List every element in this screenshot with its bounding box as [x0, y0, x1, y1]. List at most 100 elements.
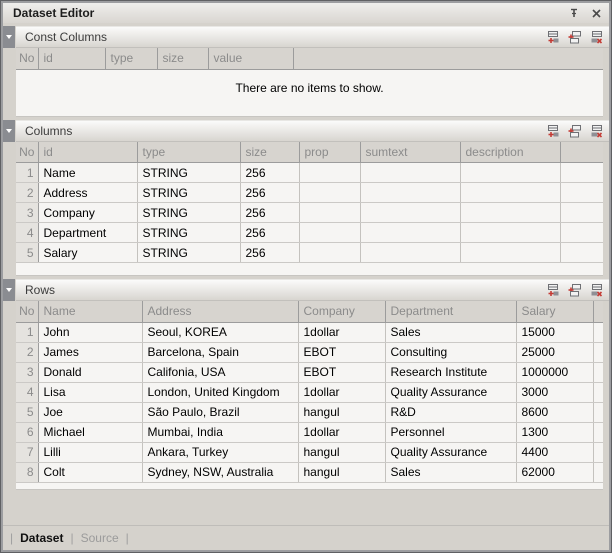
cell-salary[interactable]: 3000	[516, 382, 593, 402]
col-header-department[interactable]: Department	[385, 301, 516, 322]
cell-size[interactable]: 256	[240, 243, 299, 263]
row-number[interactable]: 1	[16, 322, 38, 342]
cell-name[interactable]: Donald	[38, 362, 142, 382]
cell-name[interactable]: Michael	[38, 422, 142, 442]
cell-prop[interactable]	[299, 223, 360, 243]
cell-address[interactable]: Califonia, USA	[142, 362, 298, 382]
collapse-button[interactable]	[3, 26, 15, 48]
collapse-button[interactable]	[3, 279, 15, 301]
cell-company[interactable]: EBOT	[298, 362, 385, 382]
cell-type[interactable]: STRING	[137, 183, 240, 203]
cell-description[interactable]	[460, 223, 560, 243]
cell-address[interactable]: São Paulo, Brazil	[142, 402, 298, 422]
insert-row-icon[interactable]	[565, 122, 583, 139]
cell-prop[interactable]	[299, 243, 360, 263]
col-header-description[interactable]: description	[460, 142, 560, 163]
delete-row-icon[interactable]	[587, 29, 605, 46]
col-header-name[interactable]: Name	[38, 301, 142, 322]
cell-company[interactable]: hangul	[298, 442, 385, 462]
cell-prop[interactable]	[299, 203, 360, 223]
tab-dataset[interactable]: Dataset	[20, 531, 63, 545]
row-number[interactable]: 8	[16, 462, 38, 482]
cell-name[interactable]: Joe	[38, 402, 142, 422]
cell-type[interactable]: STRING	[137, 163, 240, 183]
cell-sumtext[interactable]	[360, 243, 460, 263]
row-number[interactable]: 5	[16, 402, 38, 422]
cell-type[interactable]: STRING	[137, 203, 240, 223]
cell-size[interactable]: 256	[240, 223, 299, 243]
cell-address[interactable]: London, United Kingdom	[142, 382, 298, 402]
col-header-prop[interactable]: prop	[299, 142, 360, 163]
col-header-salary[interactable]: Salary	[516, 301, 593, 322]
row-number[interactable]: 2	[16, 183, 38, 203]
delete-row-icon[interactable]	[587, 122, 605, 139]
cell-company[interactable]: 1dollar	[298, 322, 385, 342]
row-number[interactable]: 2	[16, 342, 38, 362]
col-header-type[interactable]: type	[137, 142, 240, 163]
collapse-button[interactable]	[3, 120, 15, 142]
cell-sumtext[interactable]	[360, 223, 460, 243]
cell-company[interactable]: 1dollar	[298, 382, 385, 402]
close-icon[interactable]	[589, 6, 603, 20]
cell-name[interactable]: Lisa	[38, 382, 142, 402]
cell-address[interactable]: Ankara, Turkey	[142, 442, 298, 462]
col-header-no[interactable]: No	[16, 48, 38, 69]
pin-icon[interactable]	[567, 6, 581, 20]
row-number[interactable]: 3	[16, 203, 38, 223]
cell-id[interactable]: Company	[38, 203, 137, 223]
cell-address[interactable]: Sydney, NSW, Australia	[142, 462, 298, 482]
col-header-no[interactable]: No	[16, 142, 38, 163]
cell-type[interactable]: STRING	[137, 243, 240, 263]
cell-description[interactable]	[460, 203, 560, 223]
row-number[interactable]: 1	[16, 163, 38, 183]
cell-salary[interactable]: 1000000	[516, 362, 593, 382]
cell-name[interactable]: Lilli	[38, 442, 142, 462]
cell-id[interactable]: Address	[38, 183, 137, 203]
col-header-address[interactable]: Address	[142, 301, 298, 322]
row-number[interactable]: 7	[16, 442, 38, 462]
cell-salary[interactable]: 4400	[516, 442, 593, 462]
cell-address[interactable]: Seoul, KOREA	[142, 322, 298, 342]
cell-company[interactable]: 1dollar	[298, 422, 385, 442]
col-header-value[interactable]: value	[208, 48, 293, 69]
row-number[interactable]: 4	[16, 382, 38, 402]
cell-address[interactable]: Barcelona, Spain	[142, 342, 298, 362]
add-row-icon[interactable]	[543, 282, 561, 299]
col-header-id[interactable]: id	[38, 48, 105, 69]
row-number[interactable]: 5	[16, 243, 38, 263]
cell-department[interactable]: Quality Assurance	[385, 382, 516, 402]
cell-sumtext[interactable]	[360, 183, 460, 203]
cell-name[interactable]: Colt	[38, 462, 142, 482]
cell-salary[interactable]: 62000	[516, 462, 593, 482]
cell-department[interactable]: Sales	[385, 322, 516, 342]
cell-prop[interactable]	[299, 163, 360, 183]
cell-department[interactable]: R&D	[385, 402, 516, 422]
cell-address[interactable]: Mumbai, India	[142, 422, 298, 442]
delete-row-icon[interactable]	[587, 282, 605, 299]
tab-source[interactable]: Source	[81, 531, 119, 545]
cell-department[interactable]: Consulting	[385, 342, 516, 362]
cell-id[interactable]: Department	[38, 223, 137, 243]
col-header-id[interactable]: id	[38, 142, 137, 163]
cell-id[interactable]: Name	[38, 163, 137, 183]
add-row-icon[interactable]	[543, 122, 561, 139]
col-header-sumtext[interactable]: sumtext	[360, 142, 460, 163]
add-row-icon[interactable]	[543, 29, 561, 46]
cell-description[interactable]	[460, 183, 560, 203]
cell-salary[interactable]: 15000	[516, 322, 593, 342]
cell-id[interactable]: Salary	[38, 243, 137, 263]
row-number[interactable]: 4	[16, 223, 38, 243]
cell-department[interactable]: Research Institute	[385, 362, 516, 382]
cell-size[interactable]: 256	[240, 203, 299, 223]
cell-company[interactable]: hangul	[298, 402, 385, 422]
cell-department[interactable]: Personnel	[385, 422, 516, 442]
cell-size[interactable]: 256	[240, 163, 299, 183]
cell-salary[interactable]: 25000	[516, 342, 593, 362]
cell-sumtext[interactable]	[360, 203, 460, 223]
col-header-type[interactable]: type	[105, 48, 157, 69]
insert-row-icon[interactable]	[565, 282, 583, 299]
col-header-company[interactable]: Company	[298, 301, 385, 322]
cell-description[interactable]	[460, 163, 560, 183]
row-number[interactable]: 6	[16, 422, 38, 442]
cell-company[interactable]: EBOT	[298, 342, 385, 362]
